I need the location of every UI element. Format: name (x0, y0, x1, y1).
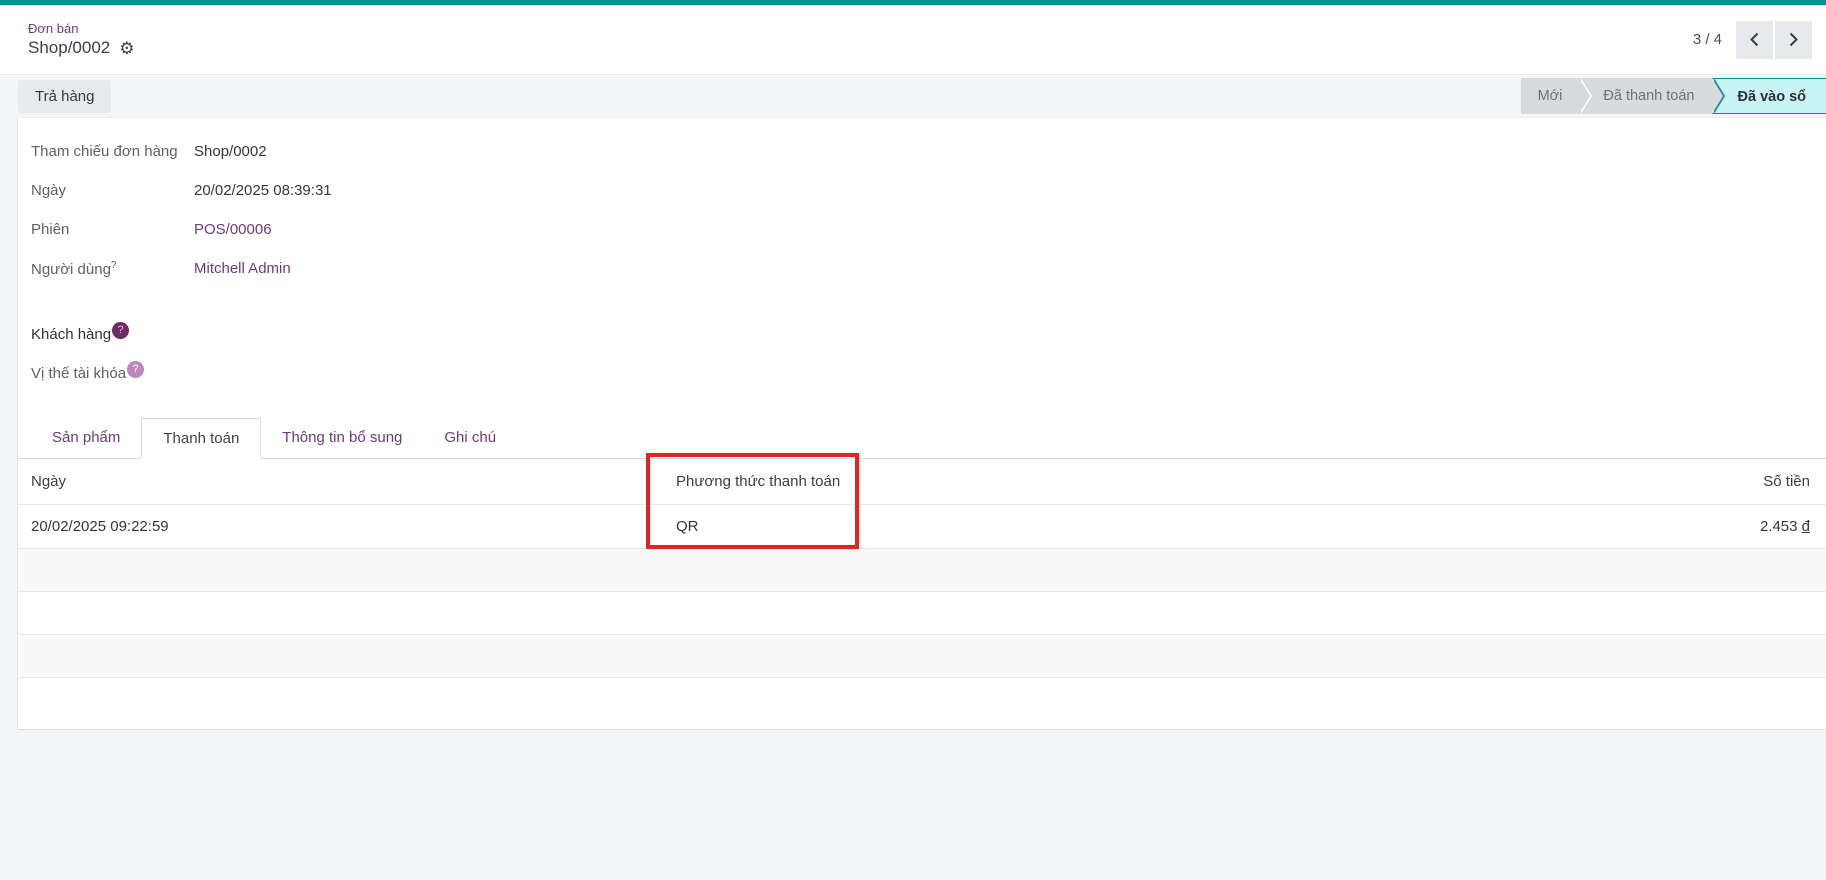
payments-header-row: Ngày Phương thức thanh toán Số tiền (18, 459, 1826, 504)
breadcrumb: Đơn bán Shop/0002 ⚙ (28, 21, 135, 58)
help-marker: ? (111, 260, 117, 271)
payment-date-cell: 20/02/2025 09:22:59 (18, 504, 663, 548)
tab-payments[interactable]: Thanh toán (141, 418, 261, 459)
payments-table: Ngày Phương thức thanh toán Số tiền 20/0… (18, 459, 1826, 731)
tab-products[interactable]: Sản phẩm (31, 418, 141, 458)
tab-notes[interactable]: Ghi chú (423, 418, 517, 458)
record-pager: 3 / 4 (1693, 21, 1812, 59)
empty-row (18, 677, 1826, 731)
field-customer: Khách hàng? (31, 313, 1826, 352)
field-label: Người dùng? (31, 260, 181, 278)
field-value: Shop/0002 (194, 143, 267, 160)
pager-count: 3 / 4 (1693, 31, 1722, 48)
field-label: Khách hàng? (31, 322, 181, 343)
statusbar: Mới Đã thanh toán Đã vào sổ (1521, 78, 1826, 114)
status-step-posted[interactable]: Đã vào sổ (1712, 78, 1826, 114)
pager-previous-button[interactable] (1736, 21, 1773, 59)
currency-symbol: đ (1802, 518, 1810, 535)
form-action-strip: Trả hàng Mới Đã thanh toán Đã vào sổ (0, 75, 1826, 117)
empty-row (18, 634, 1826, 677)
page-title: Shop/0002 (28, 38, 110, 58)
notebook-tabs: Sản phẩm Thanh toán Thông tin bổ sung Gh… (18, 418, 1826, 459)
breadcrumb-parent-link[interactable]: Đơn bán (28, 21, 135, 36)
field-label: Vị thế tài khóa? (31, 361, 181, 382)
chevron-left-icon (1749, 32, 1760, 47)
field-user: Người dùng? Mitchell Admin (31, 249, 1826, 288)
payment-method-cell: QR (663, 504, 1163, 548)
empty-row (18, 591, 1826, 634)
field-label: Tham chiếu đơn hàng (31, 143, 181, 160)
status-step-paid[interactable]: Đã thanh toán (1579, 78, 1711, 114)
return-goods-button[interactable]: Trả hàng (18, 80, 111, 113)
field-label: Phiên (31, 221, 181, 238)
payment-amount-cell: 2.453 đ (1163, 504, 1826, 548)
user-link[interactable]: Mitchell Admin (194, 260, 291, 277)
status-step-new[interactable]: Mới (1521, 78, 1580, 114)
column-header-payment-method[interactable]: Phương thức thanh toán (663, 459, 1163, 504)
breadcrumb-header: Đơn bán Shop/0002 ⚙ 3 / 4 (0, 5, 1826, 75)
empty-row (18, 548, 1826, 591)
field-order-reference: Tham chiếu đơn hàng Shop/0002 (31, 132, 1826, 171)
payment-row[interactable]: 20/02/2025 09:22:59 QR 2.453 đ (18, 504, 1826, 548)
field-fiscal-position: Vị thế tài khóa? (31, 352, 1826, 391)
gear-icon[interactable]: ⚙ (119, 40, 134, 57)
field-label: Ngày (31, 182, 181, 199)
form-sheet: Tham chiếu đơn hàng Shop/0002 Ngày 20/02… (17, 117, 1826, 730)
help-badge-icon[interactable]: ? (127, 361, 144, 378)
field-group: Tham chiếu đơn hàng Shop/0002 Ngày 20/02… (18, 118, 1826, 391)
field-session: Phiên POS/00006 (31, 210, 1826, 249)
field-date: Ngày 20/02/2025 08:39:31 (31, 171, 1826, 210)
pager-next-button[interactable] (1775, 21, 1812, 59)
session-link[interactable]: POS/00006 (194, 221, 272, 238)
field-value: 20/02/2025 08:39:31 (194, 182, 332, 199)
help-badge-icon[interactable]: ? (112, 322, 129, 339)
chevron-right-icon (1788, 32, 1799, 47)
column-header-date[interactable]: Ngày (18, 459, 663, 504)
tab-extra-info[interactable]: Thông tin bổ sung (261, 418, 423, 458)
column-header-amount[interactable]: Số tiền (1163, 459, 1826, 504)
